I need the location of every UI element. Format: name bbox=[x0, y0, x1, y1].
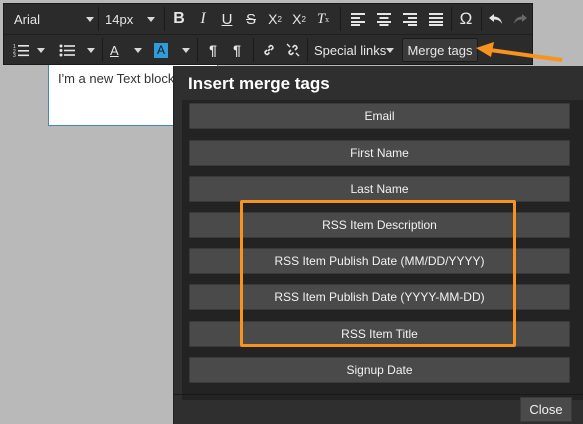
numbered-list-icon: 123 bbox=[13, 44, 29, 57]
chevron-down-icon bbox=[386, 47, 395, 53]
align-center-icon[interactable] bbox=[372, 7, 396, 31]
merge-tag-rss-publish-date-mdy[interactable]: RSS Item Publish Date (MM/DD/YYYY) bbox=[189, 248, 570, 274]
merge-tags-button[interactable]: Merge tags bbox=[402, 38, 478, 62]
toolbar-row-1: Arial 14px B I U S X2 X2 Tx Ω bbox=[4, 4, 532, 34]
background-color-icon: A bbox=[154, 42, 169, 58]
subscript-icon[interactable]: X2 bbox=[287, 7, 311, 31]
undo-icon[interactable] bbox=[484, 7, 508, 31]
background-color-button[interactable]: A bbox=[151, 38, 193, 62]
link-icon[interactable] bbox=[257, 38, 281, 62]
merge-tags-list: Email First Name Last Name RSS Item Desc… bbox=[182, 100, 583, 400]
italic-icon[interactable]: I bbox=[191, 7, 215, 31]
merge-tag-rss-publish-date-ymd[interactable]: RSS Item Publish Date (YYYY-MM-DD) bbox=[189, 284, 570, 310]
text-editor-toolbar: Arial 14px B I U S X2 X2 Tx Ω 1 2 3 A A … bbox=[3, 3, 533, 65]
align-right-icon[interactable] bbox=[398, 7, 422, 31]
text-color-icon: A bbox=[110, 42, 119, 58]
svg-text:3: 3 bbox=[13, 53, 16, 57]
merge-tags-label: Merge tags bbox=[407, 42, 473, 58]
rtl-icon[interactable]: ¶ bbox=[225, 38, 249, 62]
text-block-content[interactable]: I'm a new Text block bbox=[58, 71, 174, 86]
unlink-icon[interactable] bbox=[281, 38, 305, 62]
merge-tag-rss-item-description[interactable]: RSS Item Description bbox=[189, 212, 570, 238]
chevron-down-icon bbox=[147, 16, 155, 22]
text-color-button[interactable]: A bbox=[107, 38, 145, 62]
clear-formatting-icon[interactable]: Tx bbox=[311, 7, 335, 31]
chevron-down-icon bbox=[86, 16, 94, 22]
chevron-down-icon bbox=[134, 47, 142, 53]
redo-icon[interactable] bbox=[508, 7, 532, 31]
special-character-icon[interactable]: Ω bbox=[454, 7, 478, 31]
scrollbar[interactable] bbox=[574, 100, 583, 400]
numbered-list-button[interactable]: 123 bbox=[10, 38, 48, 62]
chevron-down-icon bbox=[37, 47, 45, 53]
close-button[interactable]: Close bbox=[520, 397, 572, 422]
align-left-icon[interactable] bbox=[346, 7, 370, 31]
bullet-list-button[interactable] bbox=[56, 38, 98, 62]
strikethrough-icon[interactable]: S bbox=[239, 7, 263, 31]
align-justify-icon[interactable] bbox=[424, 7, 448, 31]
special-links-label: Special links bbox=[314, 42, 387, 58]
chevron-down-icon bbox=[182, 47, 190, 53]
font-family-dropdown[interactable]: Arial bbox=[10, 7, 98, 31]
special-links-dropdown[interactable]: Special links bbox=[310, 38, 398, 62]
superscript-icon[interactable]: X2 bbox=[263, 7, 287, 31]
font-size-dropdown[interactable]: 14px bbox=[101, 7, 159, 31]
bold-icon[interactable]: B bbox=[167, 7, 191, 31]
merge-tag-signup-date[interactable]: Signup Date bbox=[189, 357, 570, 383]
chevron-down-icon bbox=[87, 47, 95, 53]
font-family-value: Arial bbox=[14, 11, 41, 27]
merge-tag-email[interactable]: Email bbox=[189, 103, 570, 129]
dialog-footer-divider bbox=[174, 394, 583, 395]
merge-tag-rss-item-title[interactable]: RSS Item Title bbox=[189, 321, 570, 347]
font-size-value: 14px bbox=[105, 11, 134, 27]
underline-icon[interactable]: U bbox=[215, 7, 239, 31]
merge-tag-last-name[interactable]: Last Name bbox=[189, 176, 570, 202]
merge-tag-first-name[interactable]: First Name bbox=[189, 140, 570, 166]
toolbar-row-2: 123 A A ¶ ¶ Special links Merge tags bbox=[4, 34, 532, 64]
email-editor-screen: I'm a new Text block Arial 14px B I U S … bbox=[0, 0, 583, 424]
dialog-title: Insert merge tags bbox=[188, 74, 330, 93]
bullet-list-icon bbox=[59, 44, 75, 57]
insert-merge-tags-dialog: Insert merge tags Email First Name Last … bbox=[173, 66, 583, 424]
ltr-icon[interactable]: ¶ bbox=[201, 38, 225, 62]
